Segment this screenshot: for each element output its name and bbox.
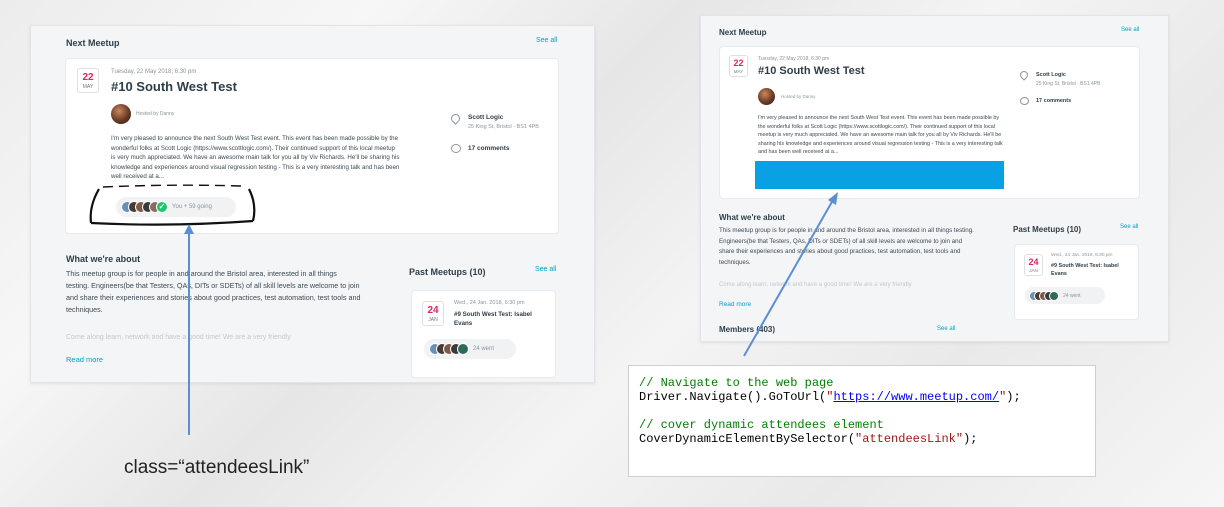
arrow-left-head [184, 224, 194, 234]
code-comment-cover: // cover dynamic attendees element [639, 418, 884, 432]
code-url-link[interactable]: https://www.meetup.com/ [833, 390, 999, 404]
arrow-right-shaft [743, 199, 834, 357]
code-method-call: Driver.Navigate().GoToUrl( [639, 390, 827, 404]
code-line-navigate: Driver.Navigate().GoToUrl("https://www.m… [639, 390, 1085, 404]
code-comment-navigate: // Navigate to the web page [639, 376, 834, 390]
code-line-cover: CoverDynamicElementBySelector("attendees… [639, 432, 1085, 446]
code-selector-string: "attendeesLink" [855, 432, 964, 446]
class-label: class=“attendeesLink” [124, 457, 310, 478]
code-line-end: ); [963, 432, 978, 446]
code-cover-call: CoverDynamicElementBySelector( [639, 432, 856, 446]
code-snippet: // Navigate to the web page Driver.Navig… [628, 365, 1096, 477]
code-line-end: ); [1006, 390, 1021, 404]
arrow-right-head [828, 192, 838, 205]
